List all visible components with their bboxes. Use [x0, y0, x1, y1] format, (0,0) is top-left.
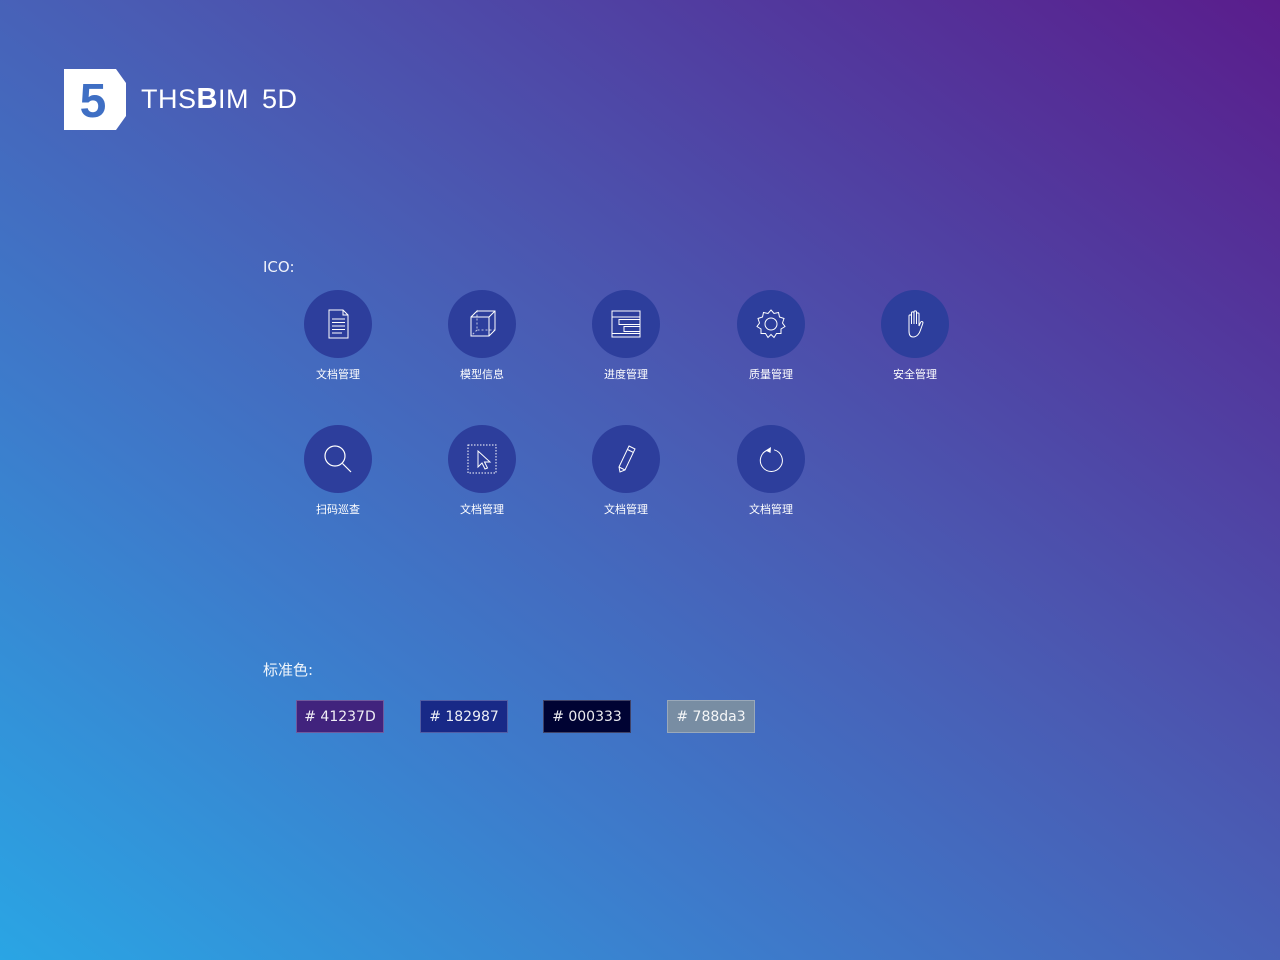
icon-label: 文档管理 [460, 503, 504, 516]
cube-icon [470, 309, 496, 337]
colors-section-label: 标准色: [263, 661, 314, 679]
logo-name-prefix: THS [141, 84, 197, 114]
gear-icon [756, 309, 786, 339]
icon-circle[interactable] [448, 425, 516, 493]
icon-label: 文档管理 [749, 503, 793, 516]
logo-name-bold: B [196, 83, 218, 115]
icon-circle[interactable] [448, 290, 516, 358]
search-icon [324, 445, 352, 473]
gantt-icon [611, 310, 641, 338]
logo-name-tail: 5D [261, 84, 298, 114]
icon-item-select[interactable]: 文档管理 [427, 425, 537, 517]
icon-circle[interactable] [737, 290, 805, 358]
logo-text: THS B IM 5D [141, 83, 297, 116]
icon-label: 质量管理 [749, 368, 793, 381]
logo: 5 THS B IM 5D [64, 69, 297, 130]
icon-label: 进度管理 [604, 368, 648, 381]
icon-item-refresh[interactable]: 文档管理 [716, 425, 826, 517]
icon-item-edit[interactable]: 文档管理 [571, 425, 681, 517]
icon-circle[interactable] [881, 290, 949, 358]
icon-circle[interactable] [592, 425, 660, 493]
color-swatch-000333: # 000333 [543, 700, 631, 733]
icon-item-model[interactable]: 模型信息 [427, 290, 537, 382]
icon-label: 模型信息 [460, 368, 504, 381]
icons-section-label: ICO: [263, 258, 295, 276]
icon-circle[interactable] [304, 290, 372, 358]
icon-item-scan-inspect[interactable]: 扫码巡查 [283, 425, 393, 517]
select-cursor-icon [467, 444, 497, 474]
icon-item-quality[interactable]: 质量管理 [716, 290, 826, 382]
logo-five-icon: 5 [64, 69, 126, 130]
icon-label: 文档管理 [316, 368, 360, 381]
svg-text:5: 5 [80, 75, 107, 128]
hand-icon [908, 310, 924, 338]
color-swatch-788da3: # 788da3 [667, 700, 755, 733]
icon-item-safety[interactable]: 安全管理 [860, 290, 970, 382]
icon-circle[interactable] [304, 425, 372, 493]
color-swatch-182987: # 182987 [420, 700, 508, 733]
icon-label: 扫码巡查 [316, 503, 360, 516]
icon-label: 文档管理 [604, 503, 648, 516]
color-swatch-41237d: # 41237D [296, 700, 384, 733]
logo-name-suffix: IM [217, 84, 249, 114]
icon-circle[interactable] [737, 425, 805, 493]
icon-item-document[interactable]: 文档管理 [283, 290, 393, 382]
pencil-icon [618, 445, 636, 473]
icon-item-schedule[interactable]: 进度管理 [571, 290, 681, 382]
document-icon [328, 309, 349, 339]
icon-label: 安全管理 [893, 368, 937, 381]
icon-circle[interactable] [592, 290, 660, 358]
refresh-icon [759, 447, 783, 472]
